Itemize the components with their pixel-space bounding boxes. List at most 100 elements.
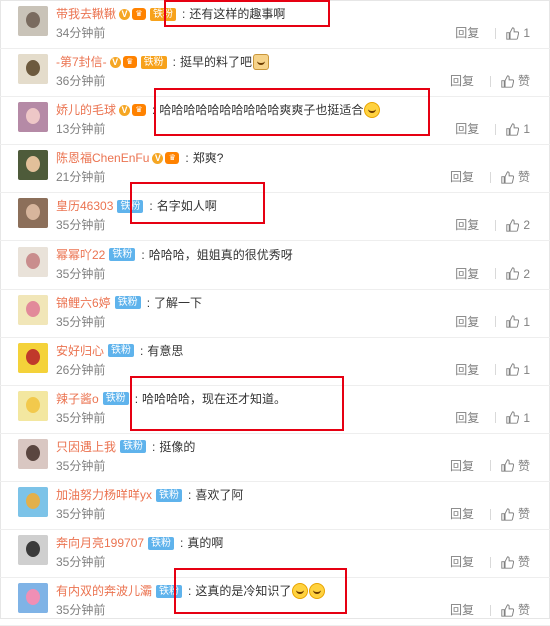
username-link[interactable]: 陈恩福ChenEnFu [56,149,149,167]
like-count: 赞 [517,555,530,570]
colon-separator: : [146,295,151,310]
like-button[interactable]: 赞 [501,506,530,522]
colon-separator: : [172,55,177,70]
comment-text: 名字如人啊 [156,199,217,214]
comment-item: 皇历46303 铁粉: 名字如人啊 35分钟前 回复 2 [0,192,550,242]
thumbs-up-icon [506,219,520,232]
comment-text: 真的啊 [187,536,224,551]
avatar[interactable] [18,342,48,373]
colon-separator: : [152,103,156,118]
like-count: 赞 [517,170,530,185]
thumbs-up-icon [506,411,520,424]
username-link[interactable]: -第7封信- [56,53,107,71]
divider [489,508,491,520]
username-link[interactable]: 辣子酱o [56,390,99,408]
colon-separator: : [149,199,153,214]
fan-badge: 铁粉 [102,392,129,406]
comment-text: 有意思 [147,343,184,358]
username-link[interactable]: 只因遇上我 [56,438,116,456]
divider [495,123,497,135]
reply-button[interactable]: 回复 [455,217,479,233]
like-button[interactable]: 2 [506,217,530,233]
comment-item: 带我去鞦鞦 V ♛ 铁粉: 还有这样的趣事啊 34分钟前 回复 1 [0,0,550,49]
colon-separator: : [188,488,192,502]
reply-button[interactable]: 回复 [455,410,479,426]
username-link[interactable]: 加油努力杨咩咩yx [56,486,152,504]
reply-button[interactable]: 回复 [450,458,474,474]
like-count: 赞 [517,507,530,521]
reply-button[interactable]: 回复 [450,506,474,522]
username-link[interactable]: 有内双的奔波儿灞 [56,582,152,600]
reply-button[interactable]: 回复 [455,25,479,41]
like-count: 1 [523,122,530,137]
like-button[interactable]: 赞 [501,73,530,89]
like-button[interactable]: 赞 [501,554,530,570]
username-link[interactable]: 幂幂吖22 [56,246,105,264]
fan-badge: 铁粉 [156,488,183,502]
username-link[interactable]: 皇历46303 [56,197,113,215]
comment-time: 21分钟前 [56,170,106,185]
comment-item: 安好归心 铁粉: 有意思 26分钟前 回复 1 [0,337,550,386]
avatar[interactable] [18,150,48,181]
reply-button[interactable]: 回复 [455,266,479,282]
divider [489,460,491,472]
avatar[interactable] [18,246,48,277]
divider [489,604,491,616]
comment-text: 哈哈哈，姐姐真的很优秀呀 [148,247,293,262]
fan-badge: 铁粉 [156,584,183,598]
reply-button[interactable]: 回复 [455,314,479,330]
thumbs-up-icon [506,123,520,136]
emoji-icon [253,54,270,71]
colon-separator: : [134,391,139,406]
avatar[interactable] [18,54,48,85]
reply-button[interactable]: 回复 [450,169,474,185]
comment-time: 34分钟前 [56,26,106,40]
like-button[interactable]: 1 [506,121,530,137]
like-button[interactable]: 1 [506,25,530,41]
username-link[interactable]: 娇儿的毛球 [56,101,116,119]
reply-button[interactable]: 回复 [455,362,479,378]
colon-separator: : [152,439,156,454]
reply-button[interactable]: 回复 [450,554,474,570]
username-link[interactable]: 奔向月亮199707 [56,534,144,552]
reply-button[interactable]: 回复 [455,121,479,137]
comment-text: 郑爽? [192,151,224,166]
avatar[interactable] [18,390,48,421]
comment-text: 挺像的 [159,439,196,454]
like-button[interactable]: 赞 [501,602,530,618]
avatar[interactable] [18,294,48,325]
like-button[interactable]: 1 [506,314,530,330]
avatar[interactable] [18,583,48,614]
verified-icon: V [119,8,131,20]
like-button[interactable]: 2 [506,266,530,282]
fan-badge: 铁粉 [109,248,136,261]
divider [489,556,491,568]
avatar[interactable] [18,438,48,469]
avatar[interactable] [18,535,48,566]
verified-icon: V [109,56,121,68]
like-button[interactable]: 赞 [501,458,530,474]
username-link[interactable]: 安好归心 [56,342,104,360]
like-button[interactable]: 1 [506,410,530,426]
username-link[interactable]: 锦鲤六6婷 [56,294,111,312]
like-count: 1 [523,314,530,329]
colon-separator: : [140,343,144,358]
thumbs-up-icon [506,26,520,40]
member-crown-icon: ♛ [132,104,147,117]
like-count: 1 [523,26,530,40]
avatar[interactable] [18,6,48,36]
comment-item: -第7封信- V ♛ 铁粉: 挺早的料了吧 36分钟前 回复 赞 [0,48,550,98]
reply-button[interactable]: 回复 [450,602,474,618]
username-link[interactable]: 带我去鞦鞦 [56,5,116,23]
comment-time: 35分钟前 [56,555,106,570]
avatar[interactable] [18,198,48,229]
comment-text: 还有这样的趣事啊 [189,7,286,21]
avatar[interactable] [18,487,48,517]
avatar[interactable] [18,102,48,133]
reply-button[interactable]: 回复 [450,73,474,89]
comment-item: 锦鲤六6婷 铁粉: 了解一下 35分钟前 回复 1 [0,289,550,338]
like-button[interactable]: 1 [506,362,530,378]
like-button[interactable]: 赞 [501,169,530,185]
comment-text: 哈哈哈哈哈哈哈哈哈哈爽爽子也挺适合 [159,103,364,118]
comment-item: 娇儿的毛球 V ♛: 哈哈哈哈哈哈哈哈哈哈爽爽子也挺适合 13分钟前 回复 1 [0,96,550,146]
